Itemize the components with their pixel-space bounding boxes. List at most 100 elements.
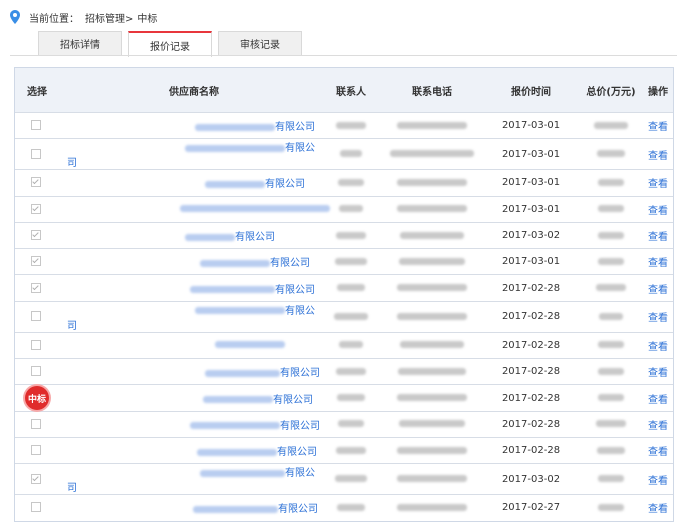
row-checkbox[interactable] [31, 230, 41, 241]
quote-time: 2017-02-28 [483, 436, 579, 464]
contact-cell [321, 195, 381, 223]
view-link[interactable]: 查看 [648, 206, 668, 217]
redacted-contact [338, 178, 364, 186]
header-supplier: 供应商名称 [67, 68, 321, 113]
phone-cell [381, 436, 483, 464]
view-link[interactable]: 查看 [648, 421, 668, 432]
table-row: 有限公司 2017-03-02 查看 [15, 463, 673, 495]
total-cell [579, 494, 643, 521]
contact-cell [321, 463, 381, 495]
view-link[interactable]: 查看 [648, 179, 668, 190]
redacted-phone [390, 150, 474, 158]
row-checkbox[interactable] [31, 282, 41, 293]
supplier-name-link[interactable]: 有限公司 [278, 504, 318, 515]
total-cell [579, 331, 643, 359]
phone-cell [381, 331, 483, 359]
view-link[interactable]: 查看 [648, 368, 668, 379]
total-cell [579, 358, 643, 385]
row-checkbox[interactable] [31, 502, 41, 513]
redacted-phone [399, 420, 465, 428]
supplier-name-link[interactable]: 有限公司 [235, 232, 275, 243]
supplier-name-link[interactable]: 有限公司 [275, 122, 315, 133]
view-link[interactable]: 查看 [648, 313, 668, 324]
tab-quote-records[interactable]: 报价记录 [128, 31, 212, 57]
row-checkbox[interactable] [31, 148, 41, 159]
total-cell [579, 300, 643, 333]
redacted-total [597, 446, 625, 454]
select-cell [15, 410, 67, 438]
row-checkbox[interactable] [31, 120, 41, 131]
redacted-total [597, 150, 625, 158]
action-cell: 查看 [643, 331, 673, 359]
row-checkbox[interactable] [31, 445, 41, 456]
header-phone: 联系电话 [381, 68, 483, 113]
redacted-contact [335, 257, 367, 265]
view-link[interactable]: 查看 [648, 122, 668, 133]
view-link[interactable]: 查看 [648, 395, 668, 406]
action-cell: 查看 [643, 195, 673, 223]
row-checkbox[interactable] [31, 339, 41, 350]
supplier-cell: 有限公司 [67, 111, 321, 139]
phone-cell [381, 274, 483, 302]
supplier-cell [67, 331, 321, 359]
row-checkbox[interactable] [31, 177, 41, 188]
supplier-name-link[interactable]: 有限公司 [265, 179, 305, 190]
redacted-total [596, 420, 626, 428]
redacted-total [598, 257, 624, 265]
supplier-name-link[interactable]: 有限公司 [280, 368, 320, 379]
tab-bid-details[interactable]: 招标详情 [38, 31, 122, 55]
supplier-cell: 有限公司 [67, 274, 321, 302]
redacted-supplier-name [195, 123, 275, 131]
phone-cell [381, 138, 483, 170]
view-link[interactable]: 查看 [648, 342, 668, 353]
view-link[interactable]: 查看 [648, 151, 668, 162]
redacted-supplier-name [185, 144, 285, 152]
supplier-cell: 有限公司 [67, 463, 321, 495]
action-cell: 查看 [643, 436, 673, 464]
tab-review-records[interactable]: 审核记录 [218, 31, 302, 55]
supplier-name-link[interactable]: 有限公司 [273, 395, 313, 406]
view-link[interactable]: 查看 [648, 285, 668, 296]
redacted-contact [336, 121, 366, 129]
row-checkbox[interactable] [31, 203, 41, 214]
total-cell [579, 436, 643, 464]
contact-cell [321, 410, 381, 438]
total-cell [579, 221, 643, 249]
table-row: 有限公司 2017-02-28 查看 [15, 410, 673, 438]
row-checkbox[interactable] [31, 473, 41, 484]
view-link[interactable]: 查看 [648, 447, 668, 458]
supplier-name-link[interactable]: 有限公司 [280, 421, 320, 432]
redacted-phone [400, 231, 464, 239]
redacted-phone [397, 446, 467, 454]
supplier-name-link[interactable]: 有限公司 [275, 285, 315, 296]
quote-time: 2017-02-27 [483, 494, 579, 521]
supplier-name-link[interactable]: 有限公司 [270, 258, 310, 269]
select-cell [15, 221, 67, 249]
view-link[interactable]: 查看 [648, 258, 668, 269]
redacted-supplier-name [205, 180, 265, 188]
row-checkbox[interactable] [31, 418, 41, 429]
redacted-supplier-name [185, 233, 235, 241]
phone-cell [381, 410, 483, 438]
quote-time: 2017-02-28 [483, 384, 579, 412]
redacted-contact [339, 205, 363, 213]
action-cell: 查看 [643, 169, 673, 197]
row-checkbox[interactable] [31, 366, 41, 377]
view-link[interactable]: 查看 [648, 476, 668, 487]
redacted-phone [397, 205, 467, 213]
select-cell: 中标 [15, 384, 67, 412]
row-checkbox[interactable] [31, 311, 41, 322]
action-cell: 查看 [643, 410, 673, 438]
header-select: 选择 [15, 68, 67, 113]
table-row: 2017-02-28 查看 [15, 331, 673, 359]
contact-cell [321, 358, 381, 385]
tab-bar: 招标详情 报价记录 审核记录 [38, 31, 308, 57]
breadcrumb-path[interactable]: 招标管理> [85, 10, 133, 25]
breadcrumb-prefix: 当前位置： [29, 13, 79, 25]
view-link[interactable]: 查看 [648, 232, 668, 243]
quote-time: 2017-03-01 [483, 169, 579, 197]
action-cell: 查看 [643, 463, 673, 495]
supplier-name-link[interactable]: 有限公司 [277, 447, 317, 458]
row-checkbox[interactable] [31, 256, 41, 267]
view-link[interactable]: 查看 [648, 504, 668, 515]
